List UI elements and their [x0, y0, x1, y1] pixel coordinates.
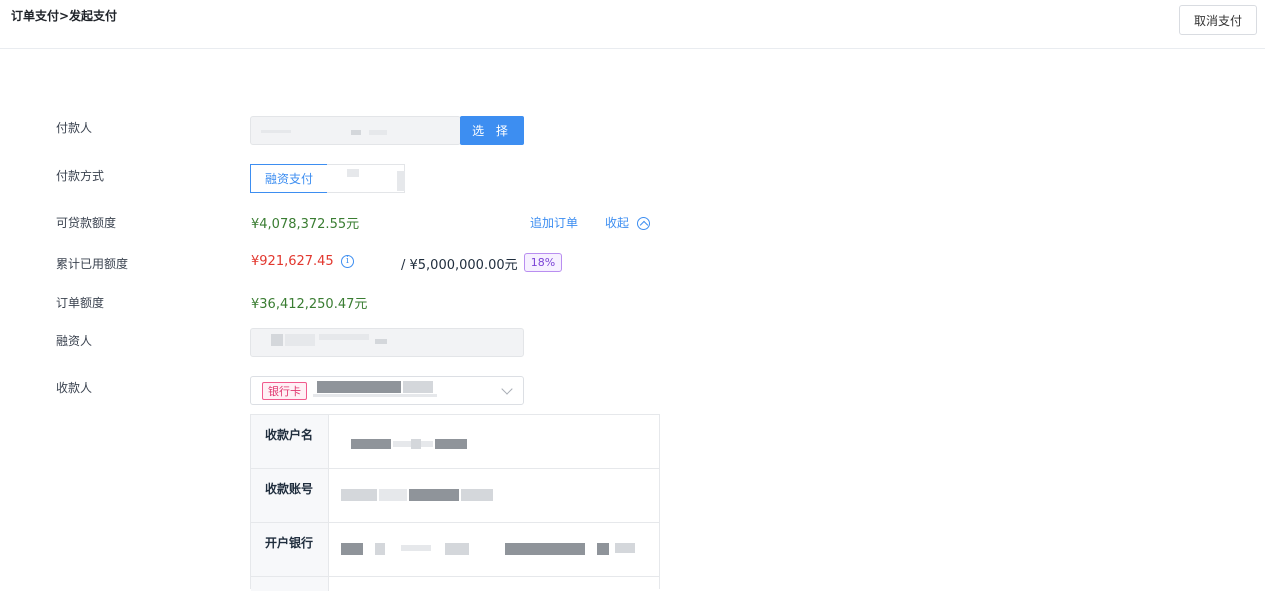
loanable-amount: ¥4,078,372.55元: [251, 217, 360, 232]
total-limit: / ¥5,000,000.00元: [401, 258, 518, 273]
redacted-text: [351, 130, 361, 135]
add-order-link[interactable]: 追加订单: [530, 214, 578, 231]
used-limit-label: 累计已用额度: [56, 257, 129, 271]
other-payment-option[interactable]: [327, 164, 405, 193]
table-row: 开户银行: [251, 523, 659, 577]
row-header: 收款户名: [251, 415, 329, 468]
redacted-text: [409, 489, 459, 501]
redacted-text: [319, 334, 369, 340]
used-amount: ¥921,627.45: [251, 254, 334, 269]
chevron-down-icon[interactable]: [501, 383, 513, 395]
table-row: 收款户名: [251, 415, 659, 469]
redacted-text: [313, 394, 437, 397]
redacted-text: [379, 489, 407, 501]
table-row: [251, 577, 659, 591]
financing-payment-option[interactable]: 融资支付: [250, 164, 328, 193]
order-amount: ¥36,412,250.47元: [251, 297, 368, 312]
select-payer-button[interactable]: 选 择: [460, 116, 524, 145]
chevron-up-circle-icon[interactable]: [637, 217, 650, 230]
redacted-text: [351, 439, 391, 449]
redacted-text: [341, 543, 363, 555]
redacted-text: [375, 543, 385, 555]
payee-select[interactable]: 银行卡: [250, 376, 524, 405]
loanable-label: 可贷款额度: [56, 216, 117, 230]
redacted-text: [397, 171, 405, 191]
breadcrumb: 订单支付>发起支付: [11, 9, 118, 23]
table-row: 收款账号: [251, 469, 659, 523]
redacted-text: [317, 381, 401, 393]
financier-field: [250, 328, 524, 357]
redacted-text: [505, 543, 585, 555]
row-header: [251, 577, 329, 591]
redacted-text: [271, 334, 283, 346]
top-bar: 订单支付>发起支付 取消支付: [0, 0, 1265, 49]
redacted-text: [375, 339, 387, 344]
redacted-text: [615, 543, 635, 553]
redacted-text: [341, 489, 377, 501]
redacted-text: [411, 439, 421, 449]
cancel-payment-button[interactable]: 取消支付: [1179, 5, 1257, 35]
redacted-text: [445, 543, 469, 555]
redacted-text: [369, 130, 387, 135]
info-icon[interactable]: i: [341, 255, 354, 268]
order-amount-label: 订单额度: [56, 296, 105, 310]
redacted-text: [401, 545, 431, 551]
payee-label: 收款人: [56, 381, 93, 395]
redacted-text: [435, 439, 467, 449]
row-header: 开户银行: [251, 523, 329, 576]
redacted-text: [403, 381, 433, 393]
redacted-text: [461, 489, 493, 501]
collapse-link[interactable]: 收起: [605, 214, 629, 231]
redacted-text: [597, 543, 609, 555]
row-header: 收款账号: [251, 469, 329, 522]
financier-label: 融资人: [56, 334, 93, 348]
payer-label: 付款人: [56, 121, 93, 135]
used-percent-badge: 18%: [524, 253, 562, 272]
redacted-text: [285, 334, 315, 346]
payee-detail-table: 收款户名 收款账号 开户银行: [250, 414, 660, 591]
redacted-text: [347, 169, 359, 177]
pay-method-label: 付款方式: [56, 169, 105, 183]
redacted-text: [261, 130, 291, 133]
bank-card-tag: 银行卡: [262, 382, 307, 400]
payer-field[interactable]: [250, 116, 461, 145]
